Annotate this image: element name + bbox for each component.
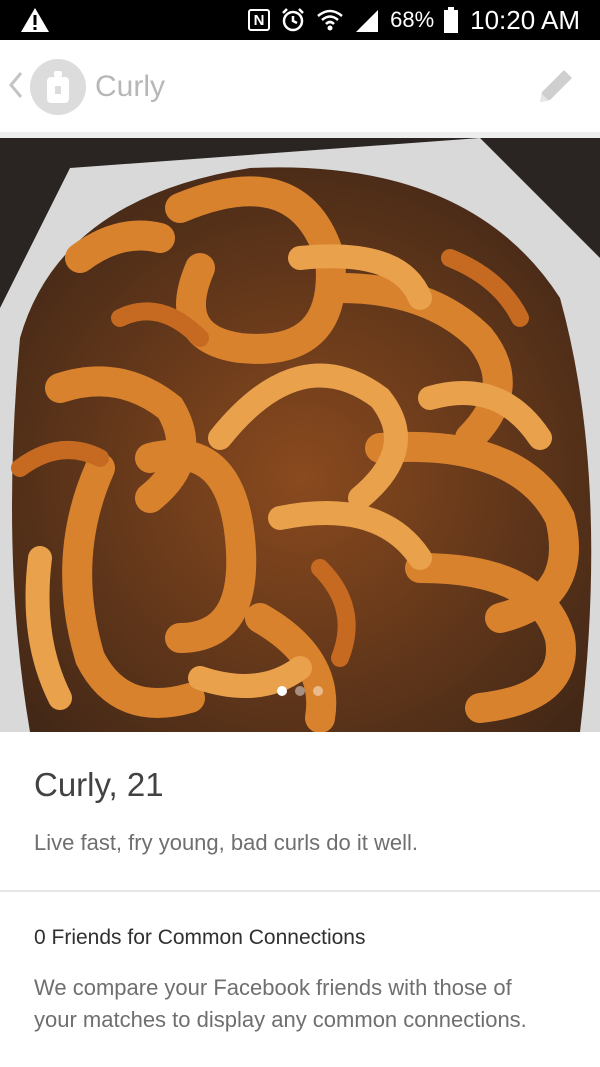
page-dot-1[interactable] [277,686,287,696]
profile-photo[interactable] [0,138,600,732]
back-icon[interactable] [8,70,24,100]
warning-icon [21,8,49,32]
battery-icon [444,7,459,33]
signal-icon [356,10,379,32]
page-dot-3[interactable] [313,686,323,696]
page-dot-2[interactable] [295,686,305,696]
clock: 10:20 AM [470,4,580,35]
alarm-icon [282,8,304,32]
profile-name-age: Curly, 21 [34,766,164,803]
status-bar: N 68% 10:20 AM [0,0,600,40]
avatar[interactable] [30,59,86,115]
common-connections-title: 0 Friends for Common Connections [34,926,366,949]
wifi-icon [317,9,343,31]
battery-percent: 68% [390,7,435,32]
edit-pencil-icon[interactable] [532,64,578,110]
photo-pagination [0,686,600,696]
nfc-icon: N [248,9,271,31]
section-divider [0,890,600,892]
profile-bio: Live fast, fry young, bad curls do it we… [34,830,418,855]
status-icons: N 68% 10:20 AM [248,0,580,40]
curly-fries-image [0,138,600,732]
avatar-icon [47,71,69,103]
profile-header: Curly [0,40,600,138]
header-name: Curly [95,70,166,103]
common-connections-description: We compare your Facebook friends with th… [34,975,527,1032]
